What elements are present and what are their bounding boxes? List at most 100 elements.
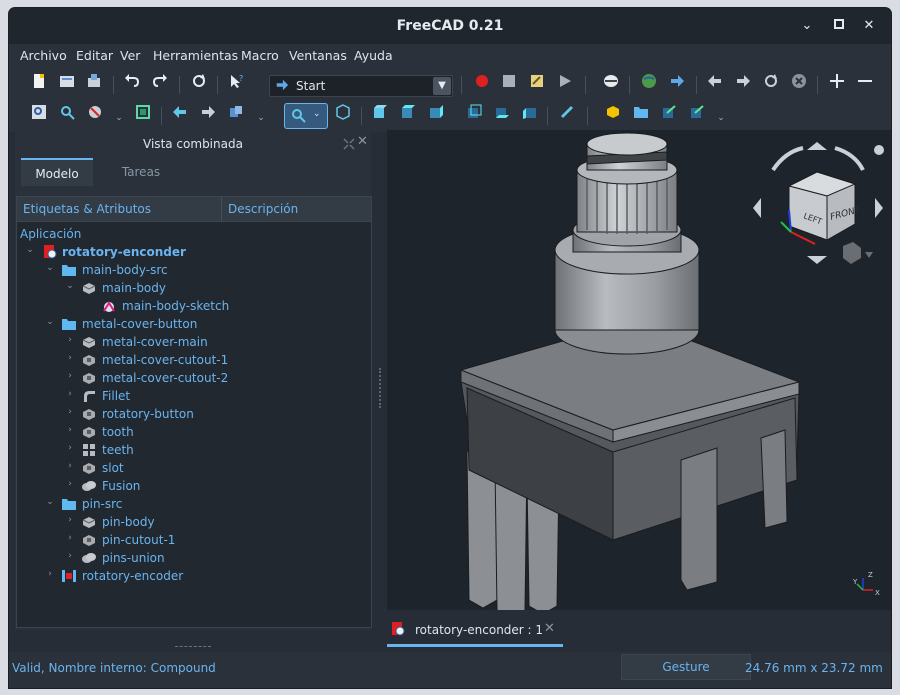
pan-down-icon[interactable]: [807, 256, 827, 264]
stop-macro-icon[interactable]: [501, 73, 517, 89]
mini-cube-icon[interactable]: [843, 242, 861, 264]
close-tab-icon[interactable]: ✕: [544, 621, 555, 636]
chevron-down-icon[interactable]: ▼: [433, 77, 451, 95]
view-front-icon[interactable]: [372, 104, 388, 120]
expand-toggle-icon[interactable]: ⌄: [65, 281, 75, 291]
back-icon[interactable]: [707, 73, 723, 89]
menu-herramientas[interactable]: Herramientas: [153, 48, 238, 63]
3d-viewport[interactable]: LEFT FRONT Z Y X: [387, 130, 891, 619]
back-icon[interactable]: [172, 104, 188, 120]
tree-item[interactable]: ⌄ pin-src: [17, 495, 371, 513]
view-top-icon[interactable]: [400, 104, 416, 120]
menu-ventanas[interactable]: Ventanas: [289, 48, 347, 63]
menu-ver[interactable]: Ver: [120, 48, 140, 63]
create-part-icon[interactable]: [605, 104, 621, 120]
bounding-box-icon[interactable]: [135, 104, 151, 120]
expand-toggle-icon[interactable]: ›: [65, 335, 75, 345]
macros-icon[interactable]: [529, 73, 545, 89]
execute-macro-icon[interactable]: [557, 73, 573, 89]
fit-selection-icon[interactable]: [59, 104, 75, 120]
arrow-right-icon[interactable]: [669, 73, 685, 89]
expand-toggle-icon[interactable]: ›: [65, 407, 75, 417]
column-labels[interactable]: Etiquetas & Atributos: [23, 202, 151, 216]
tree-item[interactable]: › teeth: [17, 441, 371, 459]
create-link-icon[interactable]: [661, 104, 677, 120]
tree-item[interactable]: › metal-cover-cutout-2: [17, 369, 371, 387]
navigation-cube[interactable]: LEFT FRONT: [743, 136, 891, 276]
tree-item[interactable]: › metal-cover-main: [17, 333, 371, 351]
document-tab[interactable]: rotatory-enconder : 1 ✕: [387, 616, 563, 647]
tree-item[interactable]: › metal-cover-cutout-1: [17, 351, 371, 369]
view-bottom-icon[interactable]: [494, 104, 510, 120]
expand-toggle-icon[interactable]: ›: [65, 461, 75, 471]
tree-item[interactable]: main-body-sketch: [17, 297, 371, 315]
view-rear-icon[interactable]: [466, 104, 482, 120]
whats-this-icon[interactable]: ?: [228, 73, 244, 89]
close-panel-icon[interactable]: ✕: [357, 134, 371, 150]
expand-toggle-icon[interactable]: ⌄: [25, 245, 35, 255]
expand-toggle-icon[interactable]: ›: [65, 353, 75, 363]
expand-toggle-icon[interactable]: ›: [65, 371, 75, 381]
refresh-icon[interactable]: [191, 73, 207, 89]
chevron-down-icon[interactable]: ⌄: [111, 110, 127, 126]
tree-item[interactable]: › pin-cutout-1: [17, 531, 371, 549]
navigation-style-button[interactable]: Gesture: [621, 654, 751, 680]
link-icon[interactable]: [228, 104, 244, 120]
menu-archivo[interactable]: Archivo: [20, 48, 67, 63]
tree-item[interactable]: › Fillet: [17, 387, 371, 405]
record-macro-icon[interactable]: [474, 73, 490, 89]
tree-item[interactable]: › rotatory-button: [17, 405, 371, 423]
expand-toggle-icon[interactable]: ›: [45, 569, 55, 579]
stop-icon[interactable]: [791, 73, 807, 89]
chevron-down-icon[interactable]: ⌄: [253, 110, 269, 126]
minimize-icon[interactable]: ⌄: [799, 18, 815, 34]
float-panel-icon[interactable]: [343, 138, 355, 150]
menu-editar[interactable]: Editar: [76, 48, 113, 63]
expand-toggle-icon[interactable]: ›: [65, 425, 75, 435]
tree-item[interactable]: › pins-union: [17, 549, 371, 567]
chevron-down-icon[interactable]: [865, 252, 873, 258]
tree-item[interactable]: › tooth: [17, 423, 371, 441]
rotate-up-icon[interactable]: [807, 142, 827, 150]
tree-item[interactable]: › slot: [17, 459, 371, 477]
tree-item[interactable]: ⌄ main-body: [17, 279, 371, 297]
fit-all-icon[interactable]: [31, 104, 47, 120]
workbench-selector[interactable]: Start ▼: [269, 75, 453, 97]
redo-icon[interactable]: [152, 73, 168, 89]
tree-item[interactable]: ⌄ main-body-src: [17, 261, 371, 279]
forward-icon[interactable]: [200, 104, 216, 120]
measure-distance-icon[interactable]: [559, 104, 575, 120]
menu-dot-icon[interactable]: [874, 145, 884, 155]
open-document-icon[interactable]: [59, 73, 75, 89]
create-group-icon[interactable]: [633, 104, 649, 120]
forward-icon[interactable]: [735, 73, 751, 89]
expand-toggle-icon[interactable]: ›: [65, 551, 75, 561]
pan-right-icon[interactable]: [875, 198, 883, 218]
zoom-in-icon[interactable]: [829, 73, 845, 89]
expand-toggle-icon[interactable]: ›: [65, 479, 75, 489]
link-actions-icon[interactable]: [689, 104, 705, 120]
menu-macro[interactable]: Macro: [241, 48, 279, 63]
tree-item[interactable]: › pin-body: [17, 513, 371, 531]
tab-modelo[interactable]: Modelo: [21, 158, 93, 186]
tree-item[interactable]: ⌄ metal-cover-button: [17, 315, 371, 333]
new-document-icon[interactable]: [31, 73, 47, 89]
view-menu-button[interactable]: ⌄: [284, 103, 328, 129]
tab-tareas[interactable]: Tareas: [101, 158, 181, 184]
expand-toggle-icon[interactable]: ›: [65, 389, 75, 399]
pan-left-icon[interactable]: [753, 198, 761, 218]
maximize-icon[interactable]: [831, 18, 847, 34]
reload-icon[interactable]: [763, 73, 779, 89]
column-description[interactable]: Descripción: [228, 202, 298, 216]
expand-toggle-icon[interactable]: ⌄: [45, 317, 55, 327]
tree-item[interactable]: › Fusion: [17, 477, 371, 495]
splitter-handle[interactable]: [379, 368, 383, 408]
chevron-down-icon[interactable]: ⌄: [713, 110, 729, 126]
rotate-right-icon[interactable]: [834, 146, 865, 171]
view-isometric-icon[interactable]: [335, 104, 351, 120]
view-right-icon[interactable]: [428, 104, 444, 120]
zoom-out-icon[interactable]: [857, 73, 873, 89]
close-icon[interactable]: ✕: [861, 18, 877, 34]
draw-style-icon[interactable]: [87, 104, 103, 120]
web-globe-icon[interactable]: [641, 73, 657, 89]
